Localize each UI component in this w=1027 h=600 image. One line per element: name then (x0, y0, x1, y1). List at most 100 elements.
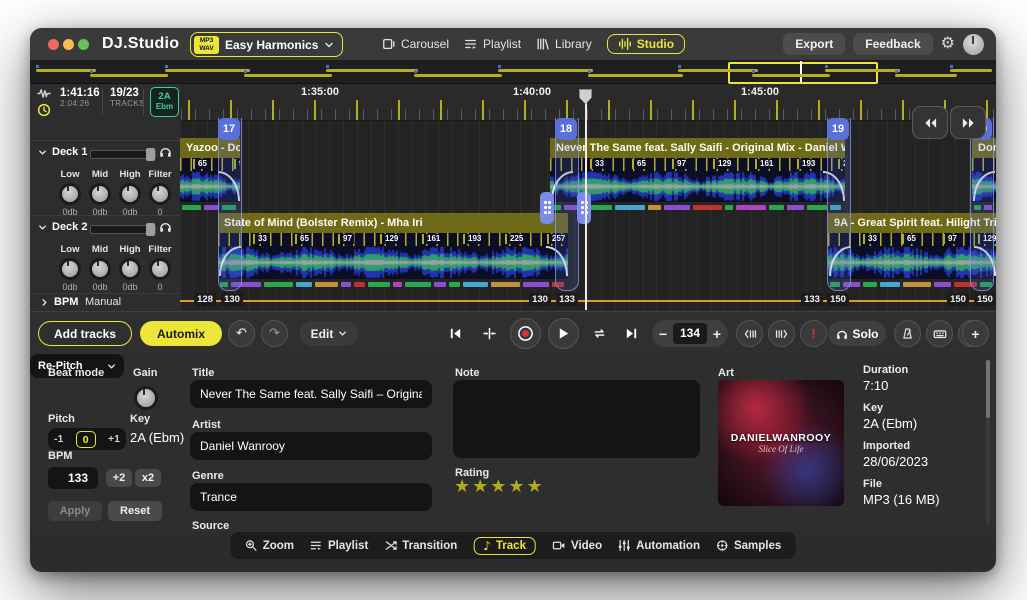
transition-handle[interactable] (577, 192, 591, 224)
window-zoom-button[interactable] (78, 39, 89, 50)
dock-samples[interactable]: Samples (716, 539, 781, 552)
pitch-zero-button[interactable]: 0 (75, 430, 96, 448)
transition-marker-band[interactable] (970, 118, 994, 291)
mix-selector[interactable]: MP3 WAV Easy Harmonics (190, 32, 344, 57)
dock-track[interactable]: ♪ Track (473, 536, 536, 555)
transition-marker-label[interactable]: 17 (218, 118, 240, 140)
metronome-button[interactable] (894, 320, 921, 347)
timeline-clip[interactable]: State of Mind (Bolster Remix) - Mha Iri 3… (218, 213, 568, 291)
bpm-increase-button[interactable]: + (713, 327, 721, 341)
beat-number: 65 (295, 234, 311, 244)
bpm-automation-line[interactable] (180, 300, 996, 302)
deck-2-header[interactable]: Deck 2 (38, 221, 87, 233)
transition-marker-band[interactable] (555, 118, 579, 291)
tab-studio[interactable]: Studio (606, 34, 686, 54)
dock-transition[interactable]: Transition (384, 539, 457, 552)
album-art[interactable]: DANIELWANROOY Slice Of Life (718, 380, 844, 506)
tab-carousel[interactable]: Carousel (382, 37, 449, 51)
export-button[interactable]: Export (783, 33, 846, 55)
pitch-minus-button[interactable]: -1 (54, 433, 63, 445)
zoom-in-button[interactable]: + (962, 320, 989, 347)
bpm-decrease-button[interactable]: − (659, 327, 667, 341)
timeline[interactable]: 1:35:001:40:001:45:00 Yazoo - Don6597Nev… (180, 84, 996, 310)
minimap-viewport[interactable] (728, 62, 878, 84)
headphones-icon[interactable] (159, 220, 172, 233)
rewind-button[interactable] (912, 106, 948, 139)
skip-to-end-button[interactable] (618, 320, 645, 347)
record-button[interactable] (510, 318, 541, 349)
imported-value: 28/06/2023 (863, 454, 929, 469)
mix-overview-minimap[interactable] (30, 61, 996, 84)
deck-1-high-knob[interactable] (119, 183, 141, 205)
automix-button[interactable]: Automix (140, 321, 222, 346)
tab-playlist[interactable]: Playlist (464, 37, 521, 51)
redo-button[interactable]: ↷ (261, 320, 288, 347)
master-bpm-value[interactable]: 134 (673, 323, 707, 344)
transition-marker-label[interactable]: 18 (555, 118, 577, 140)
dock-playlist[interactable]: Playlist (310, 539, 368, 552)
feedback-button[interactable]: Feedback (853, 33, 933, 55)
deck-1-volume-slider[interactable] (90, 148, 156, 161)
inspector-scrollbar[interactable] (986, 360, 990, 524)
dock-automation[interactable]: Automation (618, 539, 700, 552)
gain-knob[interactable] (134, 386, 158, 410)
nudge-forward-button[interactable] (768, 320, 795, 347)
duration-value: 7:10 (863, 378, 889, 393)
nudge-back-button[interactable] (736, 320, 763, 347)
section-chip (522, 282, 549, 287)
window-close-button[interactable] (48, 39, 59, 50)
split-at-playhead-button[interactable] (476, 320, 503, 347)
deck-2-high-knob[interactable] (119, 258, 141, 280)
transition-handle[interactable] (540, 192, 554, 224)
edit-menu-button[interactable]: Edit (300, 321, 358, 346)
settings-gear-icon[interactable]: ⚙ (941, 36, 955, 52)
note-textarea[interactable] (453, 380, 700, 458)
pitch-plus-button[interactable]: +1 (108, 433, 120, 445)
dock-zoom[interactable]: Zoom (245, 539, 294, 552)
minimap-track-segment (588, 74, 683, 77)
user-avatar[interactable] (963, 33, 984, 55)
rating-stars[interactable]: ★★★★★ (454, 476, 545, 497)
timeline-clip[interactable]: Never The Same feat. Sally Saifi - Origi… (550, 138, 845, 216)
section-chip (735, 205, 767, 210)
deck-1-header[interactable]: Deck 1 (38, 146, 87, 158)
title-input[interactable] (190, 380, 432, 408)
bpm-x2-button[interactable]: x2 (135, 469, 161, 487)
skip-to-start-button[interactable] (442, 320, 469, 347)
undo-button[interactable]: ↶ (228, 320, 255, 347)
alert-button[interactable]: ! (800, 320, 827, 347)
window-minimize-button[interactable] (63, 39, 74, 50)
minimap-track-segment (414, 74, 502, 77)
deck-2-mid-knob[interactable] (89, 258, 111, 280)
deck-2-volume-slider[interactable] (90, 223, 156, 236)
artist-input[interactable] (190, 432, 432, 460)
transition-marker-label[interactable]: 19 (827, 118, 849, 140)
reset-button[interactable]: Reset (108, 501, 162, 521)
bpm-mode-row[interactable]: BPM Manual (30, 293, 180, 311)
track-bpm-input[interactable] (48, 467, 98, 489)
deck-2-low-knob[interactable] (59, 258, 81, 280)
bpm-plus2-button[interactable]: +2 (106, 469, 132, 487)
solo-button[interactable]: Solo (828, 321, 886, 346)
deck-1-low-knob[interactable] (59, 183, 81, 205)
dock-video[interactable]: Video (552, 539, 602, 552)
tab-library[interactable]: Library (536, 37, 592, 51)
headphones-icon[interactable] (159, 145, 172, 158)
apply-button[interactable]: Apply (48, 501, 102, 521)
clip-waveform (550, 171, 845, 202)
add-tracks-button[interactable]: Add tracks (38, 321, 132, 346)
deck-1-filter-knob[interactable] (149, 183, 171, 205)
section-chip (449, 282, 461, 287)
playlist-icon (310, 539, 323, 552)
keyboard-shortcuts-button[interactable] (926, 320, 953, 347)
transition-marker-band[interactable] (827, 118, 851, 291)
deck-1-mid-knob[interactable] (89, 183, 111, 205)
genre-input[interactable] (190, 483, 432, 511)
section-chip (769, 205, 785, 210)
minimap-marker-dot (36, 65, 39, 68)
play-button[interactable] (548, 318, 579, 349)
loop-button[interactable] (586, 320, 613, 347)
deck-2-filter-knob[interactable] (149, 258, 171, 280)
fast-forward-button[interactable] (950, 106, 986, 139)
transition-marker-band[interactable] (218, 118, 242, 291)
